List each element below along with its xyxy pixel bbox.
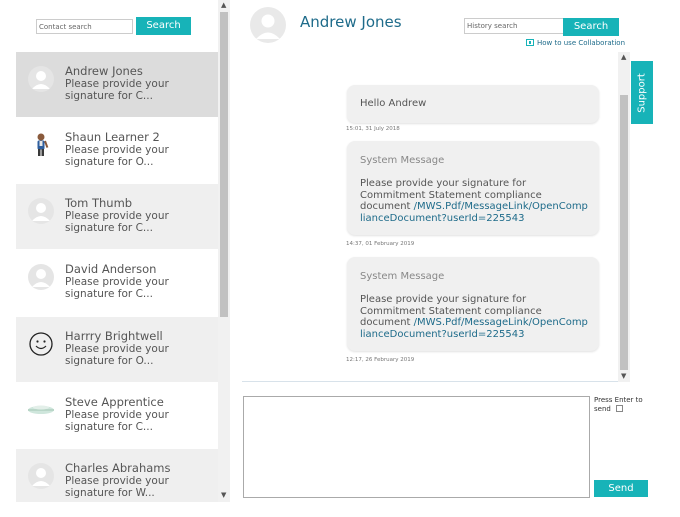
contact-snippet: Please provide your signature for C... [65,78,169,102]
message-timestamp: 12:17, 26 February 2019 [346,357,415,363]
conversation-contact-name: Andrew Jones [300,13,402,31]
message-timestamp: 15:01, 31 July 2018 [346,126,400,132]
contact-name: Steve Apprentice [65,395,164,409]
default-avatar-icon [28,66,54,92]
person-figure-icon [28,132,54,158]
message-timestamp: 14:37, 01 February 2019 [346,241,415,247]
contact-item-andrew-jones[interactable]: Andrew Jones Please provide your signatu… [16,52,218,117]
press-enter-checkbox[interactable] [615,405,623,412]
help-link[interactable]: How to use Collaboration [526,39,625,47]
contact-snippet: Please provide your signature for C... [65,276,169,300]
contact-name: Andrew Jones [65,64,143,78]
message-history-scroll-thumb[interactable] [620,95,628,370]
contact-name: Shaun Learner 2 [65,130,160,144]
send-button[interactable]: Send [594,480,648,497]
contact-snippet: Please provide your signature for C... [65,409,169,433]
support-tab[interactable]: Support [631,61,653,124]
landscape-icon [26,397,56,423]
collaboration-app: Search Andrew Jones Please provide your … [0,0,680,517]
scroll-up-arrow-icon[interactable]: ▲ [221,2,226,9]
scroll-up-arrow-icon[interactable]: ▲ [621,54,626,61]
message-bubble: Hello Andrew [347,85,599,123]
default-avatar-icon [28,198,54,224]
press-enter-to-send-option: Press Enter to send [594,396,644,414]
smiley-face-icon [28,331,54,357]
contact-snippet: Please provide your signature for O... [65,343,169,367]
contact-item-tom-thumb[interactable]: Tom Thumb Please provide your signature … [16,184,218,249]
contact-name: David Anderson [65,262,157,276]
help-link-label: How to use Collaboration [537,39,626,47]
film-icon [526,39,534,46]
contact-list: Andrew Jones Please provide your signatu… [16,52,218,502]
contact-snippet: Please provide your signature for C... [65,210,169,234]
contact-name: Charles Abrahams [65,461,171,475]
contact-search-button[interactable]: Search [136,17,191,35]
history-search-button[interactable]: Search [563,18,619,36]
system-message-label: System Message [360,155,445,166]
contact-item-charles-abrahams[interactable]: Charles Abrahams Please provide your sig… [16,449,218,502]
system-message-label: System Message [360,271,445,282]
history-search-input[interactable] [464,18,564,34]
default-avatar-icon [28,264,54,290]
contact-list-scroll-thumb[interactable] [220,12,228,317]
conversation-avatar-icon [250,7,286,43]
message-bubble: System Message Please provide your signa… [347,257,599,351]
message-text: Please provide your signature for Commit… [360,178,590,224]
contact-item-david-anderson[interactable]: David Anderson Please provide your signa… [16,250,218,315]
message-text: Hello Andrew [360,98,427,109]
message-compose-input[interactable] [243,396,590,498]
message-history: Hello Andrew 15:01, 31 July 2018 System … [242,52,630,382]
contact-name: Harrry Brightwell [65,329,163,343]
message-bubble: System Message Please provide your signa… [347,141,599,235]
contact-search-bar: Search [0,0,218,52]
contact-snippet: Please provide your signature for O... [65,144,169,168]
contact-item-steve-apprentice[interactable]: Steve Apprentice Please provide your sig… [16,383,218,448]
contact-item-harrry-brightwell[interactable]: Harrry Brightwell Please provide your si… [16,317,218,382]
contact-name: Tom Thumb [65,196,133,210]
contact-snippet: Please provide your signature for W... [65,475,169,499]
scroll-down-arrow-icon[interactable]: ▼ [621,373,626,380]
contact-item-shaun-learner-2[interactable]: Shaun Learner 2 Please provide your sign… [16,118,218,183]
support-tab-label: Support [636,72,648,113]
contact-search-input[interactable] [36,19,133,34]
message-text: Please provide your signature for Commit… [360,294,590,340]
scroll-down-arrow-icon[interactable]: ▼ [221,492,226,499]
default-avatar-icon [28,463,54,489]
